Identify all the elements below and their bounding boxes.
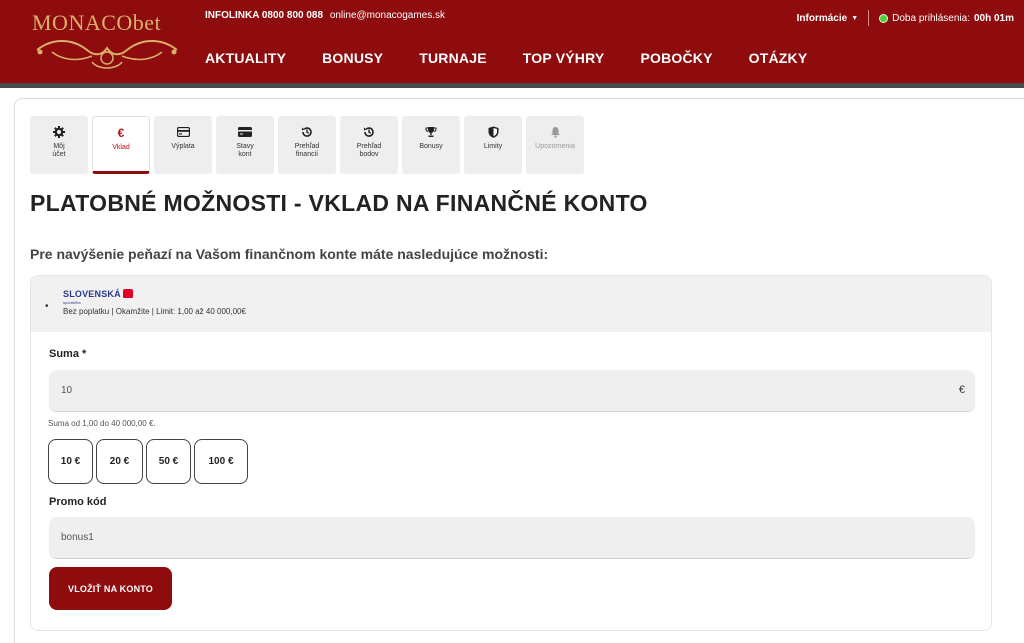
bank-mark-icon (122, 289, 133, 298)
currency-symbol: € (958, 384, 965, 396)
promo-value: bonus1 (61, 532, 94, 543)
nav-turnaje[interactable]: TURNAJE (419, 50, 487, 66)
amount-input[interactable]: 10 € (49, 370, 975, 412)
nav-otazky[interactable]: OTÁZKY (749, 50, 808, 66)
page-title: PLATOBNÉ MOŽNOSTI - VKLAD NA FINANČNÉ KO… (30, 190, 648, 216)
tab-label: Prehľad bodov (356, 143, 382, 158)
tab-moj-ucet[interactable]: Môj účet (30, 116, 88, 174)
bell-icon (548, 125, 562, 139)
amount-label: Suma * (49, 348, 87, 360)
payment-method-header[interactable]: • SLOVENSKÁ sporiteľňa Bez poplatku | Ok… (31, 276, 991, 332)
tab-upozornenia[interactable]: Upozornenia (526, 116, 584, 174)
quick-amount-20[interactable]: 20 € (96, 439, 143, 484)
tab-label: Bonusy (419, 143, 443, 150)
wallet-icon (238, 125, 252, 139)
tab-label: Upozornenia (535, 143, 575, 150)
nav-aktuality[interactable]: AKTUALITY (205, 50, 286, 66)
infoline-phone[interactable]: 0800 800 088 (262, 10, 323, 21)
tab-label: Výplata (171, 143, 195, 150)
caret-down-icon: ▼ (851, 14, 859, 22)
tab-vyplata[interactable]: Výplata (154, 116, 212, 174)
trophy-icon (424, 125, 438, 139)
payment-method-description: Bez poplatku | Okamžite | Limit: 1,00 až… (63, 307, 246, 316)
shield-icon (486, 125, 500, 139)
history-icon (362, 125, 376, 139)
ornament-icon (36, 40, 178, 69)
slovenska-sporitelna-logo: SLOVENSKÁ sporiteľňa (63, 289, 133, 305)
infoline-email[interactable]: online@monacogames.sk (330, 10, 445, 21)
tab-stavy-kont[interactable]: Stavy kont (216, 116, 274, 174)
amount-hint: Suma od 1,00 do 40 000,00 €. (48, 419, 156, 428)
quick-amount-50[interactable]: 50 € (146, 439, 191, 484)
tab-bonusy[interactable]: Bonusy (402, 116, 460, 174)
promo-label: Promo kód (49, 496, 107, 508)
informacie-dropdown[interactable]: Informácie ▼ (797, 13, 859, 24)
online-status-icon (879, 13, 889, 23)
quick-amount-100[interactable]: 100 € (194, 439, 248, 484)
tab-prehlad-bodov[interactable]: Prehľad bodov (340, 116, 398, 174)
amount-value: 10 (61, 385, 73, 396)
euro-icon: € (117, 126, 125, 140)
header-divider (0, 83, 1024, 88)
tab-label: Stavy kont (236, 143, 254, 158)
page-subtitle: Pre navýšenie peňazí na Vašom finančnom … (30, 246, 549, 262)
quick-amounts: 10 € 20 € 50 € 100 € (48, 439, 251, 484)
tab-label: Môj účet (52, 143, 66, 158)
session-label: Doba prihlásenia: (892, 12, 970, 24)
bank-name: SLOVENSKÁ (63, 289, 121, 299)
gear-icon (52, 125, 66, 139)
nav-bonusy[interactable]: BONUSY (322, 50, 383, 66)
monacobet-logo[interactable]: MONACObet (18, 4, 188, 76)
history-icon (300, 125, 314, 139)
quick-amount-10[interactable]: 10 € (48, 439, 93, 484)
tab-vklad[interactable]: € Vklad (92, 116, 150, 174)
tab-prehlad-financii[interactable]: Prehľad financií (278, 116, 336, 174)
deposit-submit-button[interactable]: VLOŽIŤ NA KONTO (49, 567, 172, 610)
infoline: INFOLINKA 0800 800 088 online@monacogame… (205, 10, 445, 21)
logo-text: MONACObet (32, 10, 162, 35)
header-info-right: Informácie ▼ Doba prihlásenia: 00h 01m (797, 10, 1014, 26)
main-nav: AKTUALITY BONUSY TURNAJE TOP VÝHRY POBOČ… (205, 50, 843, 66)
tab-limity[interactable]: Limity (464, 116, 522, 174)
divider (868, 10, 870, 26)
tab-label: Prehľad financií (294, 143, 320, 158)
site-header: MONACObet INFOLINKA 0800 800 088 online@… (0, 0, 1024, 83)
infoline-label: INFOLINKA (205, 10, 260, 21)
tab-label: Vklad (112, 144, 130, 151)
account-tabs: Môj účet € Vklad Výplata Stavy kont Preh… (30, 116, 588, 174)
session-time: 00h 01m (973, 12, 1014, 24)
card-icon (176, 125, 190, 139)
tab-label: Limity (483, 143, 503, 150)
promo-code-input[interactable]: bonus1 (49, 517, 975, 559)
informacie-label: Informácie (796, 12, 848, 24)
bullet: • (45, 301, 49, 312)
payment-method-box: • SLOVENSKÁ sporiteľňa Bez poplatku | Ok… (30, 275, 992, 631)
bank-sub: sporiteľňa (63, 300, 81, 305)
nav-pobocky[interactable]: POBOČKY (640, 50, 712, 66)
nav-top-vyhry[interactable]: TOP VÝHRY (523, 50, 605, 66)
